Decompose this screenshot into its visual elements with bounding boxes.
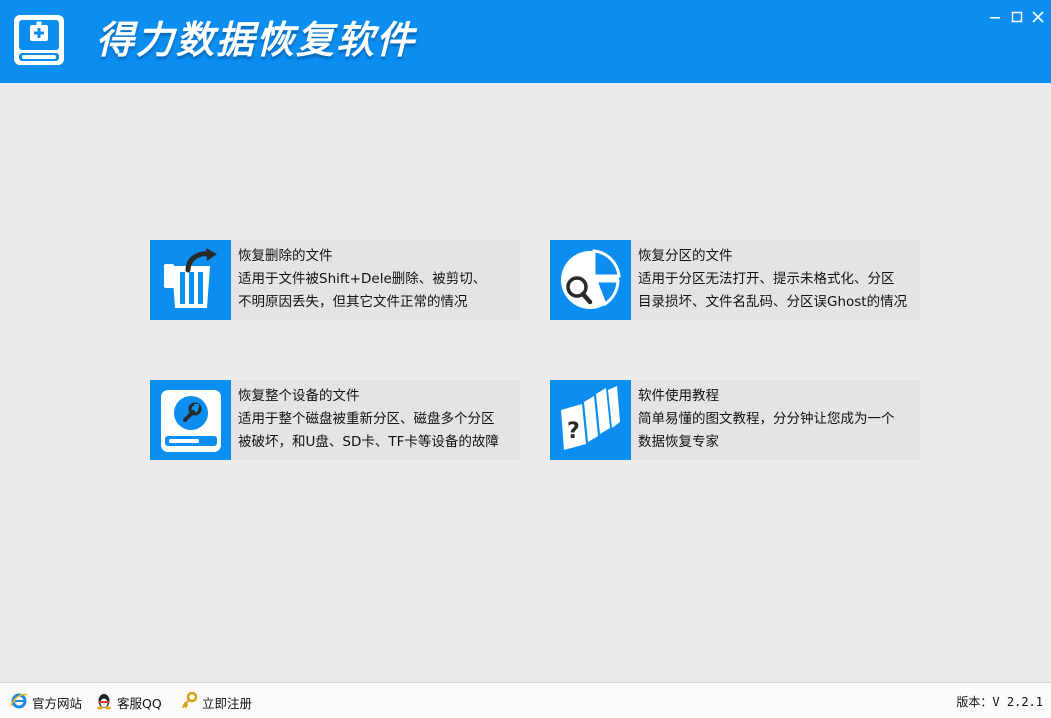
card-description-line: 适用于分区无法打开、提示未格式化、分区 bbox=[638, 271, 895, 287]
main-panel: 恢复删除的文件 适用于文件被Shift+Dele删除、被剪切、 不明原因丢失，但… bbox=[0, 83, 1051, 682]
minimize-icon[interactable] bbox=[986, 8, 1004, 26]
card-title: 软件使用教程 bbox=[638, 388, 719, 404]
app-title: 得力数据恢复软件 bbox=[96, 18, 417, 62]
title-bar: 得力数据恢复软件 bbox=[0, 0, 1051, 83]
card-title: 恢复删除的文件 bbox=[238, 248, 333, 264]
card-description-line: 目录损坏、文件名乱码、分区误Ghost的情况 bbox=[638, 294, 908, 310]
tutorial-help-icon: ? bbox=[550, 380, 631, 460]
recover-deleted-files-card[interactable]: 恢复删除的文件 适用于文件被Shift+Dele删除、被剪切、 不明原因丢失，但… bbox=[150, 240, 520, 320]
close-icon[interactable] bbox=[1029, 8, 1047, 26]
card-title: 恢复整个设备的文件 bbox=[238, 388, 360, 404]
card-description-line: 简单易懂的图文教程，分分钟让您成为一个 bbox=[638, 411, 895, 427]
card-description-line: 被破坏，和U盘、SD卡、TF卡等设备的故障 bbox=[238, 434, 499, 450]
card-title: 恢复分区的文件 bbox=[638, 248, 733, 264]
customer-service-qq-label: 客服QQ bbox=[117, 695, 162, 711]
card-description-line: 适用于文件被Shift+Dele删除、被剪切、 bbox=[238, 271, 487, 287]
software-tutorial-card[interactable]: ? 软件使用教程 简单易懂的图文教程，分分钟让您成为一个 数据恢复专家 bbox=[550, 380, 920, 460]
recover-device-files-card[interactable]: 恢复整个设备的文件 适用于整个磁盘被重新分区、磁盘多个分区 被破坏，和U盘、SD… bbox=[150, 380, 520, 460]
partition-search-icon bbox=[550, 240, 631, 320]
hard-drive-medical-icon bbox=[13, 14, 65, 66]
qq-penguin-icon bbox=[95, 692, 117, 713]
official-website-label: 官方网站 bbox=[32, 695, 83, 711]
recycle-bin-restore-icon bbox=[150, 240, 231, 320]
maximize-icon[interactable] bbox=[1008, 8, 1026, 26]
version-label: 版本：V 2.2.1 bbox=[956, 695, 1043, 709]
ie-browser-icon bbox=[10, 692, 32, 713]
card-description-line: 适用于整个磁盘被重新分区、磁盘多个分区 bbox=[238, 411, 495, 427]
official-website-link[interactable]: 官方网站 bbox=[10, 692, 82, 712]
customer-service-qq-link[interactable]: 客服QQ bbox=[95, 692, 162, 712]
recover-partition-files-card[interactable]: 恢复分区的文件 适用于分区无法打开、提示未格式化、分区 目录损坏、文件名乱码、分… bbox=[550, 240, 920, 320]
card-description-line: 数据恢复专家 bbox=[638, 434, 719, 450]
card-description-line: 不明原因丢失，但其它文件正常的情况 bbox=[238, 294, 468, 310]
register-now-label: 立即注册 bbox=[202, 695, 253, 711]
svg-text:?: ? bbox=[567, 419, 580, 444]
register-now-link[interactable]: 立即注册 bbox=[180, 691, 253, 713]
key-icon bbox=[180, 691, 202, 713]
status-bar: 官方网站 客服QQ 立即注册 版本：V 2.2.1 bbox=[0, 682, 1051, 718]
disk-repair-icon bbox=[150, 380, 231, 460]
